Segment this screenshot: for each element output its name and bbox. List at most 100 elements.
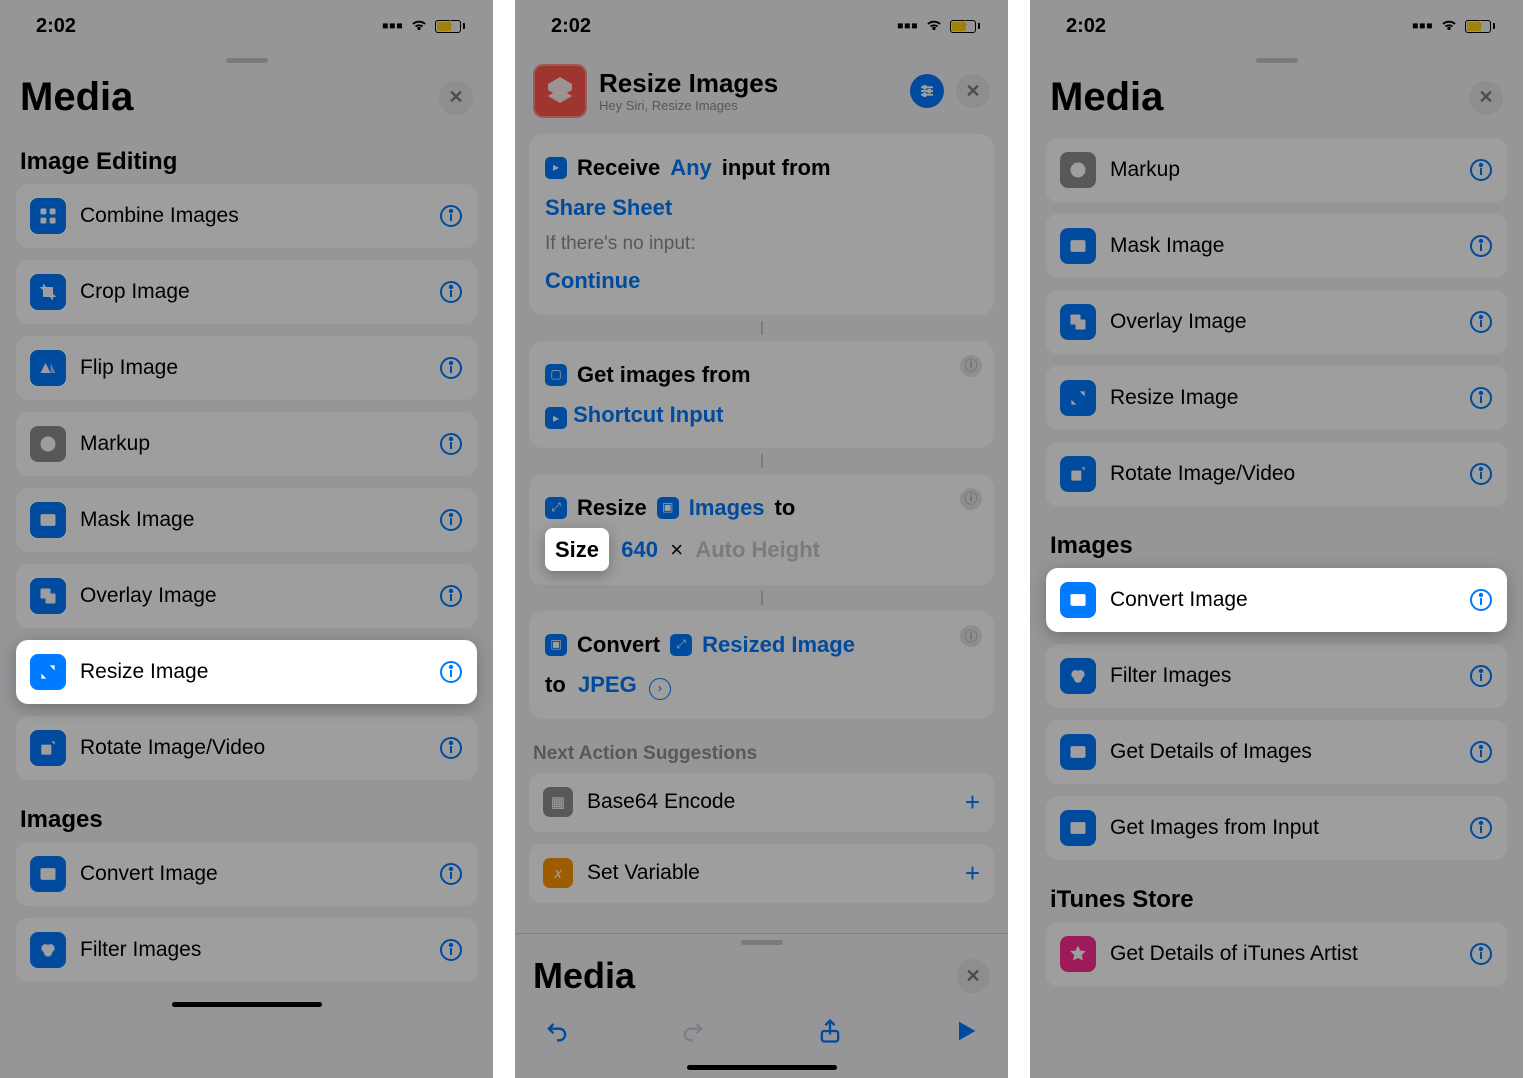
info-button[interactable] xyxy=(1469,158,1493,182)
convert-action[interactable]: ⓘ ▣ Convert ⤢ Resized Image to JPEG › xyxy=(529,611,994,718)
run-button[interactable] xyxy=(952,1017,980,1045)
suggestion-row[interactable]: 𝑥Set Variable+ xyxy=(529,844,994,903)
info-button[interactable] xyxy=(1469,664,1493,688)
action-row-resize[interactable]: Resize Image xyxy=(1046,366,1507,430)
share-button[interactable] xyxy=(816,1017,844,1045)
action-row-overlay[interactable]: Overlay Image xyxy=(1046,290,1507,354)
close-button[interactable]: ✕ xyxy=(956,74,990,108)
action-label: Get Details of Images xyxy=(1110,740,1455,764)
section-images: Images xyxy=(0,792,493,842)
info-button[interactable] xyxy=(439,938,463,962)
action-row-filter[interactable]: Filter Images xyxy=(16,918,477,982)
info-button[interactable] xyxy=(439,432,463,456)
undo-button[interactable] xyxy=(543,1017,571,1045)
action-info-button[interactable]: ⓘ xyxy=(960,355,982,377)
home-indicator[interactable] xyxy=(172,1002,322,1007)
convert-format[interactable]: JPEG xyxy=(578,672,637,697)
cellular-icon: ▪▪▪ xyxy=(382,15,403,38)
battery-icon: ⚡ xyxy=(950,20,980,33)
battery-icon: ⚡ xyxy=(1465,20,1495,33)
get-images-action[interactable]: ⓘ ▢ Get images from ▸ Shortcut Input xyxy=(529,341,994,448)
editor-header: Resize Images Hey Siri, Resize Images ✕ xyxy=(515,52,1008,128)
drawer-grabber[interactable] xyxy=(741,940,783,945)
info-button[interactable] xyxy=(1469,234,1493,258)
info-button[interactable] xyxy=(439,356,463,380)
wifi-icon xyxy=(409,15,429,38)
add-suggestion-button[interactable]: + xyxy=(965,787,980,818)
action-row-rotate[interactable]: Rotate Image/Video xyxy=(1046,442,1507,506)
phone-3: 2:02 ▪▪▪ ⚡ Media ✕ MarkupMask ImageOverl… xyxy=(1030,0,1523,1078)
info-button[interactable] xyxy=(1469,588,1493,612)
redo-button[interactable] xyxy=(679,1017,707,1045)
action-row-overlay[interactable]: Overlay Image xyxy=(16,564,477,628)
drawer-close-button[interactable]: ✕ xyxy=(956,959,990,993)
size-token[interactable]: Size xyxy=(545,528,609,572)
action-row-markup[interactable]: Markup xyxy=(16,412,477,476)
resized-image-variable[interactable]: Resized Image xyxy=(702,625,855,665)
info-button[interactable] xyxy=(1469,816,1493,840)
sheet-title: Media xyxy=(1050,75,1163,120)
info-button[interactable] xyxy=(439,508,463,532)
shortcut-input-icon: ▸ xyxy=(545,407,567,429)
images-variable[interactable]: Images xyxy=(689,488,765,528)
suggestion-label: Set Variable xyxy=(587,861,700,885)
info-button[interactable] xyxy=(439,584,463,608)
action-row-grid[interactable]: Combine Images xyxy=(16,184,477,248)
sheet-grabber[interactable] xyxy=(1256,58,1298,63)
info-button[interactable] xyxy=(439,660,463,684)
action-label: Mask Image xyxy=(80,508,425,532)
action-row-filter[interactable]: Filter Images xyxy=(1046,644,1507,708)
phone-2: 2:02 ▪▪▪ ⚡ Resize Images Hey Siri, Resiz… xyxy=(515,0,1008,1078)
close-button[interactable]: ✕ xyxy=(439,81,473,115)
action-row-details[interactable]: Get Details of Images xyxy=(1046,720,1507,784)
info-button[interactable] xyxy=(1469,740,1493,764)
action-row-convert[interactable]: Convert Image xyxy=(1046,568,1507,632)
resize-width[interactable]: 640 xyxy=(621,537,658,562)
action-row-rotate[interactable]: Rotate Image/Video xyxy=(16,716,477,780)
info-button[interactable] xyxy=(439,280,463,304)
info-button[interactable] xyxy=(439,204,463,228)
receive-type[interactable]: Any xyxy=(670,148,712,188)
crop-icon xyxy=(30,274,66,310)
info-button[interactable] xyxy=(1469,462,1493,486)
info-button[interactable] xyxy=(439,736,463,760)
resize-action[interactable]: ⓘ ⤢ Resize ▣ Images to Size 640 × Auto H… xyxy=(529,474,994,585)
action-info-button[interactable]: ⓘ xyxy=(960,488,982,510)
action-info-button[interactable]: ⓘ xyxy=(960,625,982,647)
resize-height[interactable]: Auto Height xyxy=(695,537,820,562)
action-row-mask[interactable]: Mask Image xyxy=(16,488,477,552)
share-sheet-link[interactable]: Share Sheet xyxy=(545,195,672,220)
action-row-crop[interactable]: Crop Image xyxy=(16,260,477,324)
action-row-getfrom[interactable]: Get Images from Input xyxy=(1046,796,1507,860)
receive-action[interactable]: ▸ Receive Any input from Share Sheet If … xyxy=(529,134,994,315)
action-row-mask[interactable]: Mask Image xyxy=(1046,214,1507,278)
action-label: Filter Images xyxy=(1110,664,1455,688)
settings-button[interactable] xyxy=(910,74,944,108)
action-row-star[interactable]: Get Details of iTunes Artist xyxy=(1046,922,1507,986)
status-bar: 2:02 ▪▪▪ ⚡ xyxy=(515,0,1008,52)
actions-drawer[interactable]: Media ✕ xyxy=(515,933,1008,1057)
suggestion-row[interactable]: ▦Base64 Encode+ xyxy=(529,773,994,832)
action-label: Convert Image xyxy=(1110,588,1455,612)
action-row-flip[interactable]: Flip Image xyxy=(16,336,477,400)
expand-options-icon[interactable]: › xyxy=(649,678,671,700)
sheet-grabber[interactable] xyxy=(226,58,268,63)
close-button[interactable]: ✕ xyxy=(1469,81,1503,115)
section-itunes: iTunes Store xyxy=(1030,872,1523,922)
add-suggestion-button[interactable]: + xyxy=(965,858,980,889)
markup-icon xyxy=(30,426,66,462)
action-row-convert[interactable]: Convert Image xyxy=(16,842,477,906)
info-button[interactable] xyxy=(1469,386,1493,410)
action-row-resize[interactable]: Resize Image xyxy=(16,640,477,704)
action-label: Overlay Image xyxy=(1110,310,1455,334)
action-label: Rotate Image/Video xyxy=(1110,462,1455,486)
action-label: Overlay Image xyxy=(80,584,425,608)
shortcut-name[interactable]: Resize Images xyxy=(599,69,778,98)
home-indicator[interactable] xyxy=(687,1065,837,1070)
info-button[interactable] xyxy=(1469,310,1493,334)
info-button[interactable] xyxy=(1469,942,1493,966)
info-button[interactable] xyxy=(439,862,463,886)
shortcut-input-var[interactable]: Shortcut Input xyxy=(573,402,723,427)
continue-link[interactable]: Continue xyxy=(545,268,640,293)
action-row-markup[interactable]: Markup xyxy=(1046,138,1507,202)
